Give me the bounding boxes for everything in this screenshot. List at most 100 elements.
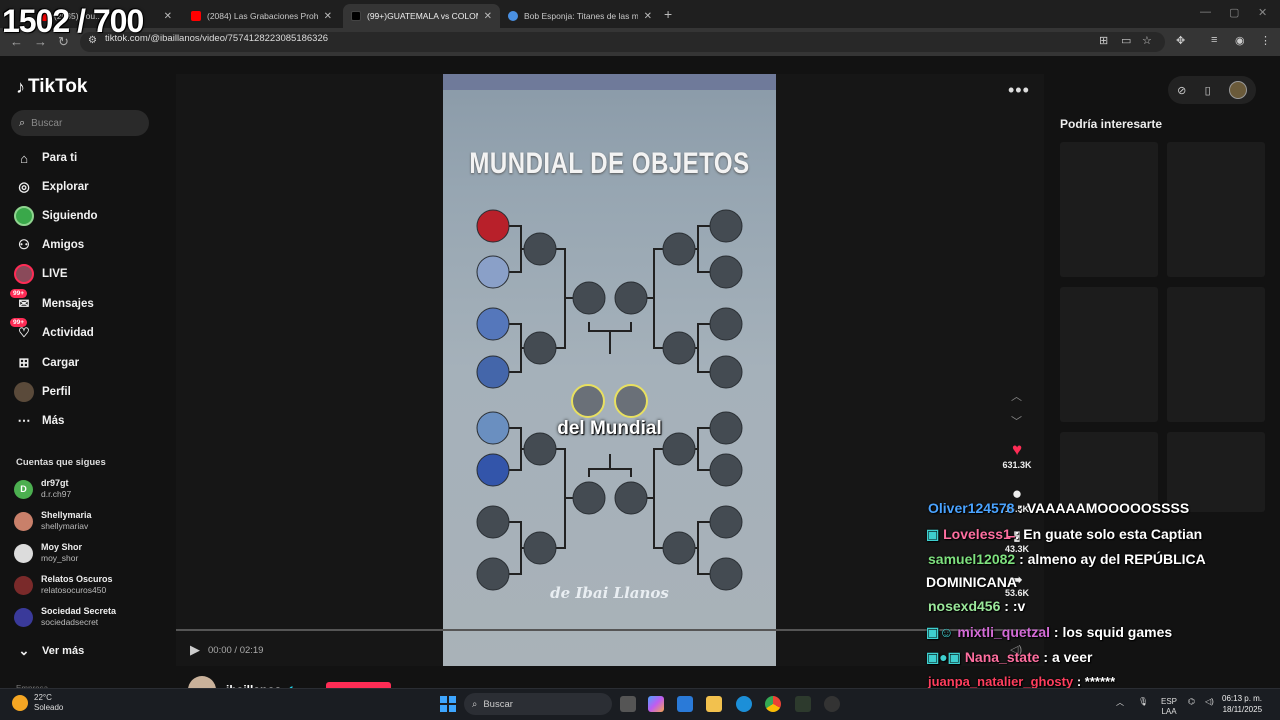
- windows-taskbar: [0, 688, 1280, 720]
- tab-title: (99+)GUATEMALA vs COLOMBI...: [367, 11, 478, 21]
- new-tab-icon[interactable]: +: [664, 6, 672, 22]
- file-explorer-icon[interactable]: [706, 696, 722, 712]
- tab-title: Bob Esponja: Titanes de las ma...: [524, 11, 638, 21]
- extensions-icon[interactable]: ✥: [1176, 34, 1185, 47]
- wifi-icon[interactable]: ⌬: [1188, 697, 1195, 706]
- tiktok-logo[interactable]: ♪ TikTok: [16, 76, 87, 98]
- taskbar-search-label: Buscar: [483, 698, 513, 710]
- nav-item-perfil[interactable]: Perfil: [14, 382, 71, 402]
- video-subtitle: del Mundial: [557, 418, 662, 439]
- logo-text: TikTok: [28, 76, 88, 97]
- nav-label: Más: [42, 415, 65, 427]
- windows-start-icon[interactable]: [440, 696, 456, 712]
- nav-label: LIVE: [42, 268, 68, 280]
- see-more-label: Ver más: [42, 645, 85, 657]
- chat-message: DOMINICANA: [926, 574, 1017, 590]
- speaker-icon[interactable]: ◁): [1205, 697, 1214, 706]
- account-name: Shellymaria: [41, 510, 92, 520]
- taskbar-search[interactable]: ⌕ Buscar: [464, 693, 612, 715]
- play-icon[interactable]: ▶: [190, 642, 200, 658]
- chrome-icon[interactable]: [765, 696, 781, 712]
- store-icon[interactable]: [677, 696, 693, 712]
- profile-avatar-icon[interactable]: ◉: [1235, 34, 1245, 47]
- recommended-tile[interactable]: [1060, 287, 1158, 422]
- avatar: [14, 575, 33, 595]
- tab-close-icon[interactable]: ✕: [324, 11, 332, 22]
- followed-account[interactable]: Shellymaria shellymariav: [14, 510, 92, 532]
- taskbar-clock[interactable]: 06:13 p. m. 18/11/2025: [1222, 693, 1262, 715]
- like-button[interactable]: ♥ 631.3K: [995, 440, 1039, 470]
- more-options-icon[interactable]: •••: [1008, 80, 1030, 101]
- nav-item-amigos[interactable]: ⚇ Amigos: [14, 235, 84, 255]
- upload-icon: ⊞: [18, 355, 30, 370]
- copilot-icon[interactable]: [648, 696, 664, 712]
- tab-close-icon[interactable]: ✕: [164, 11, 172, 22]
- browser-menu-icon[interactable]: ⋮: [1260, 34, 1271, 47]
- see-more-button[interactable]: ⌄ Ver más: [14, 641, 85, 661]
- activity-badge: 99+: [10, 318, 28, 327]
- weather-widget[interactable]: 22°C Soleado: [12, 693, 63, 713]
- video-progress-bar[interactable]: [176, 629, 1044, 631]
- nav-item-mensajes[interactable]: ✉ 99+ Mensajes: [10, 289, 94, 314]
- live-icon: [14, 264, 34, 284]
- chat-text: : :v: [1000, 598, 1026, 614]
- edge-icon[interactable]: [736, 696, 752, 712]
- profile-icon: [14, 382, 34, 402]
- task-view-icon[interactable]: [620, 696, 636, 712]
- minimize-icon[interactable]: —: [1200, 6, 1211, 18]
- nav-label: Perfil: [42, 386, 71, 398]
- browser-tab-bar: (2085) You... ✕ (2084) Las Grabaciones P…: [0, 0, 1280, 28]
- search-icon: ⌕: [472, 698, 478, 710]
- followed-account[interactable]: D dr97gt d.r.ch97: [14, 478, 71, 500]
- browser-tab-active[interactable]: (99+)GUATEMALA vs COLOMBI... ✕: [343, 4, 500, 28]
- chat-message: samuel12082 : almeno ay del REPÚBLICA: [928, 551, 1206, 567]
- recommended-tile[interactable]: [1060, 142, 1158, 277]
- bookmark-star-icon[interactable]: ☆: [1142, 34, 1152, 47]
- nav-item-live[interactable]: LIVE: [14, 264, 68, 284]
- next-video-icon[interactable]: ﹀: [1011, 413, 1022, 429]
- nav-label: Actividad: [42, 327, 94, 339]
- microphone-icon[interactable]: 🎙: [1138, 697, 1148, 706]
- nav-item-cargar[interactable]: ⊞ Cargar: [14, 353, 80, 373]
- search-input[interactable]: ⌕ Buscar: [11, 110, 149, 136]
- avatar: [14, 607, 33, 627]
- nav-item-para-ti[interactable]: ⌂ Para ti: [14, 148, 77, 168]
- followed-account[interactable]: Sociedad Secreta sociedadsecret: [14, 606, 116, 628]
- browser-tab[interactable]: (2084) Las Grabaciones Prohibi... ✕: [183, 4, 340, 28]
- nav-item-siguiendo[interactable]: Siguiendo: [14, 206, 98, 226]
- reading-list-icon[interactable]: ≡: [1211, 34, 1217, 46]
- nav-item-explorar[interactable]: ◎ Explorar: [14, 177, 88, 197]
- account-handle: d.r.ch97: [41, 489, 72, 499]
- previous-video-icon[interactable]: ︿: [1011, 388, 1022, 404]
- compass-icon: ◎: [18, 179, 30, 194]
- translate-icon[interactable]: ⊞: [1099, 34, 1108, 47]
- cast-icon[interactable]: ▭: [1121, 34, 1131, 47]
- top-right-tools: ⊘ ▯: [1168, 76, 1256, 104]
- recommended-tile[interactable]: [1167, 142, 1265, 277]
- tab-close-icon[interactable]: ✕: [644, 11, 652, 22]
- nav-label: Siguiendo: [42, 210, 98, 222]
- language-indicator[interactable]: ESP LAA: [1161, 697, 1177, 717]
- tray-chevron-icon[interactable]: ︿: [1116, 697, 1124, 708]
- maximize-icon[interactable]: ▢: [1229, 6, 1239, 19]
- tab-close-icon[interactable]: ✕: [484, 11, 492, 22]
- tournament-bracket: [476, 209, 743, 591]
- xbox-icon[interactable]: [795, 696, 811, 712]
- weather-temp: 22°C: [34, 693, 52, 702]
- close-window-icon[interactable]: ✕: [1258, 6, 1267, 19]
- app-icon[interactable]: [824, 696, 840, 712]
- messages-badge: 99+: [10, 289, 28, 298]
- recommended-tile[interactable]: [1167, 287, 1265, 422]
- nav-item-actividad[interactable]: ♡ 99+ Actividad: [10, 318, 94, 343]
- coin-icon[interactable]: ⊘: [1177, 84, 1186, 97]
- following-section-title: Cuentas que sigues: [16, 457, 106, 468]
- activity-icon: ♡ 99+: [10, 318, 34, 343]
- nav-item-mas[interactable]: ⋯ Más: [14, 411, 65, 431]
- phone-icon[interactable]: ▯: [1205, 84, 1211, 97]
- user-avatar[interactable]: [1228, 81, 1247, 99]
- chat-user: mixtli_quetzal: [957, 624, 1051, 640]
- browser-tab[interactable]: Bob Esponja: Titanes de las ma... ✕: [500, 4, 660, 28]
- chat-text: : a veer: [1039, 649, 1093, 665]
- followed-account[interactable]: Relatos Oscuros relatosocuros450: [14, 574, 113, 596]
- followed-account[interactable]: Moy Shor moy_shor: [14, 542, 82, 564]
